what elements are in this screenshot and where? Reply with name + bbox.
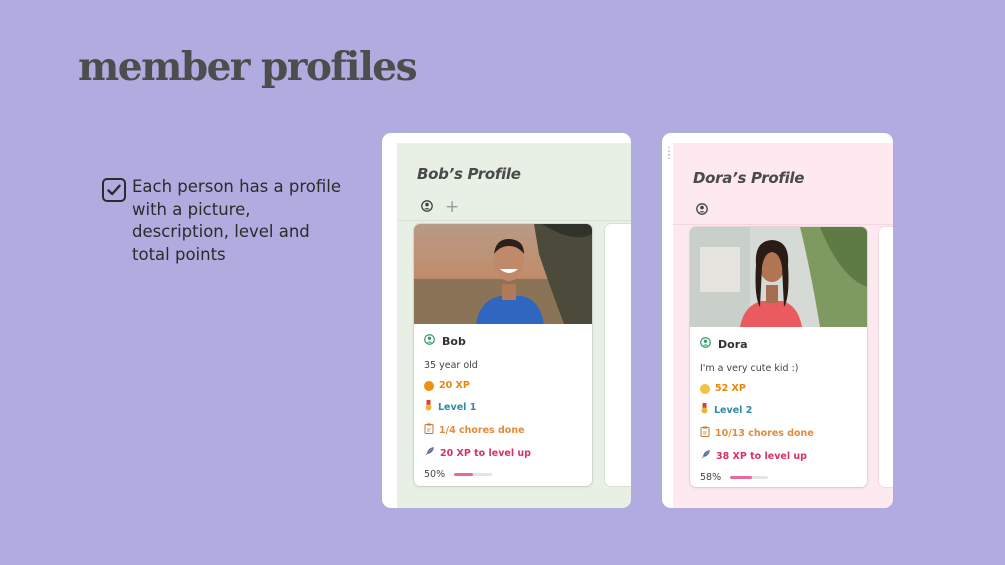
dora-description: I'm a very cute kid :) (700, 363, 799, 374)
bob-progress-fill (454, 473, 474, 476)
bob-photo (414, 224, 592, 324)
bob-profile-panel: Bob’s Profile + Bob 35 year old 20 XP Le… (382, 133, 631, 508)
divider (397, 220, 631, 221)
dora-name: Dora (718, 337, 748, 351)
dora-xp: 52 XP (715, 383, 746, 394)
bob-board: Bob’s Profile + Bob 35 year old 20 XP Le… (397, 143, 631, 508)
person-icon (700, 337, 711, 351)
bullet-text: Each person has a profile with a picture… (132, 177, 341, 264)
dora-progress-fill (730, 476, 753, 479)
medal-icon (700, 403, 709, 417)
add-icon[interactable]: + (445, 198, 459, 215)
dora-profile-card[interactable]: Dora I'm a very cute kid :) 52 XP Level … (690, 227, 867, 487)
bob-progress-label: 50% (424, 469, 446, 480)
rocket-icon (700, 449, 711, 463)
bob-profile-title: Bob’s Profile (417, 165, 521, 183)
xp-dot-icon (424, 380, 434, 391)
slide-title: member profiles (78, 44, 418, 90)
feature-bullet: Each person has a profile with a picture… (102, 176, 352, 266)
bob-progress-bar (454, 473, 493, 476)
bob-level: Level 1 (438, 401, 477, 413)
dora-progress-bar (730, 476, 769, 479)
bob-profile-card[interactable]: Bob 35 year old 20 XP Level 1 1/4 chores… (414, 224, 592, 486)
dora-profile-panel: ⋮ ⋮ Dora’s Profile Dora I'm a very cute … (662, 133, 893, 508)
xp-dot-icon (700, 383, 710, 394)
dora-progress-label: 58% (700, 472, 722, 483)
dora-profile-title: Dora’s Profile (693, 169, 805, 187)
dora-photo (690, 227, 867, 327)
dora-property-row (696, 200, 708, 219)
dora-chores: 10/13 chores done (715, 427, 814, 439)
person-icon (424, 334, 435, 348)
rocket-icon (424, 446, 435, 460)
checkbox-icon (102, 178, 126, 202)
medal-icon (424, 400, 433, 414)
bob-xp: 20 XP (439, 380, 470, 391)
bob-property-row: + (421, 197, 459, 216)
bob-xp-to-level: 20 XP to level up (440, 447, 531, 459)
next-card[interactable] (879, 227, 893, 487)
bob-chores: 1/4 chores done (439, 424, 525, 436)
clipboard-icon (700, 426, 710, 440)
dora-level: Level 2 (714, 404, 753, 416)
bob-description: 35 year old (424, 360, 478, 371)
person-icon[interactable] (696, 200, 708, 219)
dora-board: Dora’s Profile Dora I'm a very cute kid … (673, 143, 893, 508)
person-icon[interactable] (421, 197, 433, 216)
next-card[interactable] (605, 224, 631, 486)
clipboard-icon (424, 423, 434, 437)
dora-xp-to-level: 38 XP to level up (716, 450, 807, 462)
bob-name: Bob (442, 334, 466, 348)
divider (673, 224, 893, 225)
